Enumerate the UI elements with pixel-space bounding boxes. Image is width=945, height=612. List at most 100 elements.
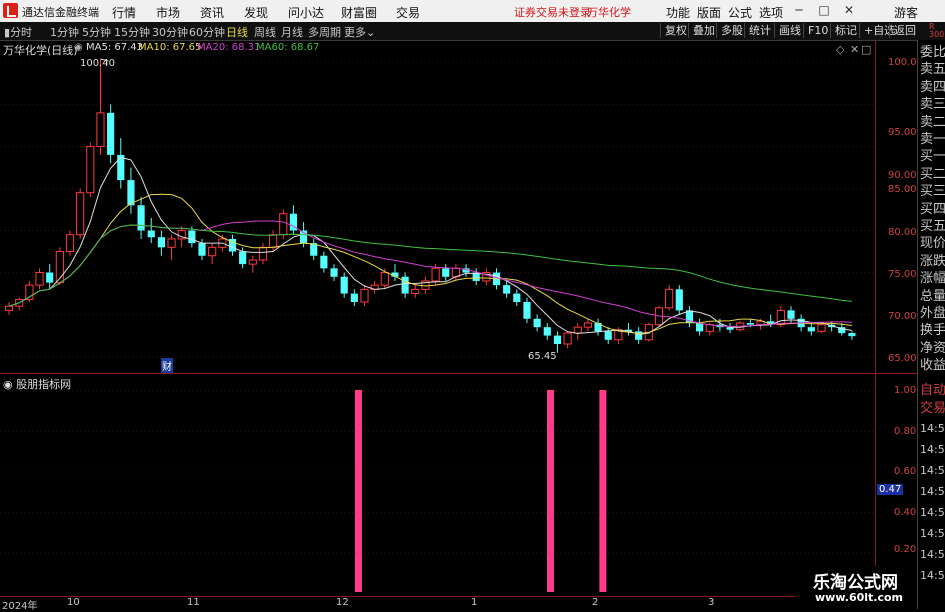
- collapse-icon[interactable]: ◉: [3, 378, 13, 391]
- draw-line-button[interactable]: 画线: [774, 23, 805, 38]
- period-tab-weekly[interactable]: 周线: [254, 24, 276, 40]
- candle-body[interactable]: [208, 246, 217, 257]
- candle-body[interactable]: [46, 272, 54, 283]
- candle-body[interactable]: [248, 259, 257, 265]
- multi-stock-button[interactable]: 多股: [716, 23, 747, 38]
- period-tab-multi[interactable]: 多周期: [308, 24, 341, 40]
- period-tab-daily[interactable]: 日线: [226, 24, 248, 40]
- indicator-chart[interactable]: ◉ 股朋指标网: [0, 374, 875, 594]
- period-tab-more[interactable]: 更多⌄: [344, 24, 375, 40]
- price-chart[interactable]: 万华化学(日线) ◉ MA5: 67.43 MA10: 67.65 MA20: …: [0, 40, 875, 374]
- candle-body[interactable]: [117, 154, 125, 181]
- period-tab-60min[interactable]: 60分钟: [189, 24, 225, 40]
- candle-body[interactable]: [573, 326, 582, 334]
- candle-body[interactable]: [65, 234, 75, 253]
- auto-trade-label[interactable]: 自动: [920, 382, 945, 399]
- overlay-button[interactable]: 叠加: [688, 23, 719, 38]
- menu-function[interactable]: 功能: [666, 4, 690, 21]
- candle-body[interactable]: [86, 145, 95, 194]
- candle-body[interactable]: [442, 268, 450, 277]
- candle-body[interactable]: [360, 288, 369, 303]
- menu-wealth[interactable]: 财富圈: [341, 4, 377, 21]
- period-tab-monthly[interactable]: 月线: [281, 24, 303, 40]
- candle-body[interactable]: [340, 276, 348, 294]
- close-chart-icon[interactable]: ✕: [850, 43, 859, 56]
- candle-body[interactable]: [258, 246, 268, 261]
- candle-body[interactable]: [411, 288, 420, 295]
- period-tab-1min[interactable]: 1分钟: [50, 24, 79, 40]
- candle-body[interactable]: [188, 230, 196, 244]
- maximize-icon[interactable]: □: [817, 3, 831, 17]
- settings-icon[interactable]: ◇: [836, 43, 844, 56]
- current-indicator-value: 0.47: [877, 484, 904, 495]
- candle-body[interactable]: [330, 268, 338, 277]
- candle-body[interactable]: [848, 333, 856, 337]
- close-icon[interactable]: ✕: [842, 3, 856, 17]
- f10-button[interactable]: F10: [803, 23, 832, 38]
- candle-body[interactable]: [665, 288, 674, 309]
- candle-body[interactable]: [787, 310, 795, 319]
- candle-body[interactable]: [157, 237, 165, 248]
- candle-body[interactable]: [705, 324, 714, 332]
- candle-body[interactable]: [583, 322, 592, 328]
- candle-body[interactable]: [96, 112, 105, 147]
- menu-formula[interactable]: 公式: [728, 4, 752, 21]
- rights-adjust-button[interactable]: 复权: [660, 23, 691, 38]
- candle-body[interactable]: [76, 192, 85, 236]
- maximize-chart-icon[interactable]: □: [861, 43, 871, 56]
- menu-market[interactable]: 市场: [156, 4, 180, 21]
- menu-layout[interactable]: 版面: [697, 4, 721, 21]
- candle-body[interactable]: [239, 251, 247, 265]
- candle-body[interactable]: [533, 318, 541, 328]
- mark-button[interactable]: 标记: [830, 23, 861, 38]
- statistics-button[interactable]: 统计: [744, 23, 775, 38]
- back-button[interactable]: 返回: [889, 23, 920, 38]
- candle-body[interactable]: [350, 293, 358, 302]
- candle-body[interactable]: [269, 234, 278, 248]
- candle-body[interactable]: [147, 230, 155, 238]
- candle-body[interactable]: [635, 331, 643, 340]
- candle-body[interactable]: [137, 205, 145, 231]
- candle-body[interactable]: [746, 322, 754, 325]
- menu-options[interactable]: 选项: [759, 4, 783, 21]
- candle-body[interactable]: [553, 335, 562, 344]
- login-notice[interactable]: 证券交易未登录: [514, 4, 591, 20]
- menu-quotes[interactable]: 行情: [112, 4, 136, 21]
- menu-ask[interactable]: 问小达: [288, 4, 324, 21]
- period-tab-30min[interactable]: 30分钟: [152, 24, 188, 40]
- finance-event-marker[interactable]: 财: [161, 358, 173, 373]
- candle-body[interactable]: [5, 305, 14, 311]
- candle-body[interactable]: [35, 272, 44, 286]
- candle-body[interactable]: [513, 293, 521, 302]
- period-tab-intraday[interactable]: ▮分时: [4, 24, 32, 40]
- candle-body[interactable]: [776, 309, 785, 326]
- candle-body[interactable]: [563, 332, 572, 345]
- candle-body[interactable]: [675, 289, 683, 311]
- menu-news[interactable]: 资讯: [200, 4, 224, 21]
- collapse-icon[interactable]: ◉: [74, 42, 83, 53]
- candle-body[interactable]: [817, 324, 826, 332]
- candle-body[interactable]: [431, 267, 440, 282]
- candle-body[interactable]: [807, 327, 815, 332]
- candle-body[interactable]: [107, 112, 115, 155]
- candle-body[interactable]: [696, 322, 704, 332]
- candle-body[interactable]: [320, 255, 328, 269]
- candle-body[interactable]: [503, 285, 511, 294]
- user-label[interactable]: 游客: [894, 4, 918, 21]
- period-tab-5min[interactable]: 5分钟: [82, 24, 111, 40]
- menu-discover[interactable]: 发现: [244, 4, 268, 21]
- candle-body[interactable]: [127, 180, 135, 206]
- auto-trade-label[interactable]: 交易: [920, 400, 945, 417]
- candle-body[interactable]: [401, 276, 409, 294]
- period-tab-15min[interactable]: 15分钟: [114, 24, 150, 40]
- candle-body[interactable]: [543, 327, 551, 336]
- candle-body[interactable]: [198, 243, 206, 256]
- candle-body[interactable]: [523, 301, 531, 319]
- candle-body[interactable]: [279, 213, 288, 236]
- candle-body[interactable]: [167, 238, 176, 248]
- signal-bar: [546, 390, 554, 592]
- minimize-icon[interactable]: ─: [792, 3, 806, 17]
- candle-body[interactable]: [604, 331, 612, 340]
- menu-trade[interactable]: 交易: [396, 4, 420, 21]
- candle-body[interactable]: [380, 272, 389, 286]
